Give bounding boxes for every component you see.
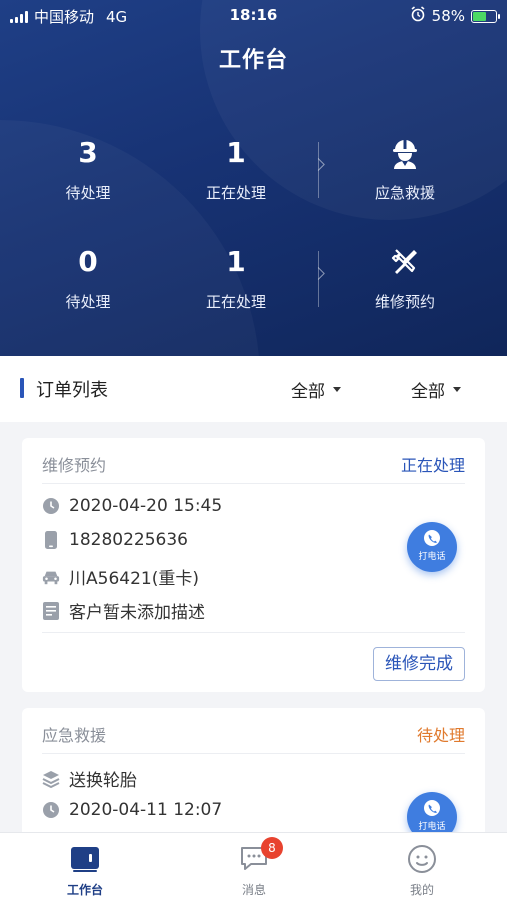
- status-filter-dropdown[interactable]: 全部: [411, 377, 461, 402]
- divider: [42, 483, 465, 484]
- tab-messages[interactable]: 8 消息: [209, 837, 299, 898]
- rescue-worker-icon: [345, 136, 465, 170]
- stats-row-repair: 0 待处理 1 正在处理 维修预约: [0, 245, 507, 335]
- pending-label: 待处理: [65, 293, 111, 311]
- order-phone-row: 18280225636: [42, 530, 188, 550]
- type-filter-label: 全部: [291, 382, 325, 402]
- page-title: 工作台: [218, 48, 288, 73]
- stat-pending[interactable]: 3 待处理: [28, 136, 148, 203]
- stat-processing[interactable]: 1 正在处理: [176, 136, 296, 203]
- status-bar: 中国移动 4G 18:16 58%: [0, 0, 507, 32]
- order-vehicle: 川A56421(重卡): [69, 569, 199, 589]
- processing-count: 1: [226, 136, 246, 169]
- battery-icon: [471, 9, 500, 23]
- order-vehicle-row: 川A56421(重卡): [42, 564, 199, 589]
- order-service: 送换轮胎: [69, 771, 137, 791]
- order-datetime: 2020-04-11 12:07: [69, 800, 223, 820]
- repair-appointment-label: 维修预约: [374, 293, 435, 311]
- tab-profile[interactable]: 我的: [377, 843, 467, 898]
- order-card[interactable]: 维修预约 正在处理 2020-04-20 15:45 18280225636 川…: [22, 438, 485, 692]
- tab-bar: 工作台 8 消息 我的: [0, 832, 507, 900]
- emergency-rescue-label: 应急救援: [374, 184, 435, 202]
- battery-percent: 58%: [431, 7, 465, 25]
- processing-count: 1: [226, 245, 246, 278]
- message-badge: 8: [261, 837, 283, 859]
- section-accent-bar: [20, 378, 24, 398]
- order-list-header: 订单列表 全部 全部: [0, 356, 507, 422]
- order-description-row: 客户暂未添加描述: [42, 598, 205, 623]
- caret-down-icon: [453, 387, 461, 392]
- caret-down-icon: [333, 387, 341, 392]
- tab-workbench[interactable]: 工作台: [40, 843, 130, 898]
- divider: [42, 753, 465, 754]
- stat-processing[interactable]: 1 正在处理: [176, 245, 296, 312]
- document-icon: [42, 601, 60, 620]
- order-description: 客户暂未添加描述: [69, 603, 205, 623]
- profile-icon: [377, 843, 467, 875]
- tab-label: 消息: [241, 883, 266, 897]
- order-list-title: 订单列表: [36, 380, 108, 401]
- order-datetime-row: 2020-04-20 15:45: [42, 496, 222, 516]
- emergency-rescue-button[interactable]: 应急救援: [345, 136, 465, 203]
- workbench-icon: [40, 843, 130, 875]
- order-type: 应急救援: [42, 726, 107, 745]
- stat-pending[interactable]: 0 待处理: [28, 245, 148, 312]
- order-status: 正在处理: [400, 456, 465, 475]
- type-filter-dropdown[interactable]: 全部: [291, 377, 341, 402]
- car-icon: [42, 568, 60, 586]
- tab-label: 我的: [409, 883, 434, 897]
- status-filter-label: 全部: [411, 382, 445, 402]
- pending-label: 待处理: [65, 184, 111, 202]
- order-service-row: 送换轮胎: [42, 766, 137, 791]
- call-button[interactable]: 打电话: [407, 522, 457, 572]
- order-phone: 18280225636: [69, 530, 188, 550]
- stats-row-rescue: 3 待处理 1 正在处理 应急救援: [0, 136, 507, 226]
- clock-icon: [42, 497, 60, 515]
- layers-icon: [42, 770, 60, 788]
- order-type: 维修预约: [42, 456, 107, 475]
- header-panel: 中国移动 4G 18:16 58% 工作台 3 待处理 1 正在处理 应急救援 …: [0, 0, 507, 356]
- processing-label: 正在处理: [205, 293, 266, 311]
- call-label: 打电话: [418, 552, 446, 562]
- tools-icon: [345, 245, 465, 279]
- processing-label: 正在处理: [205, 184, 266, 202]
- order-datetime-row: 2020-04-11 12:07: [42, 800, 222, 820]
- chevron-right-icon: [312, 267, 325, 280]
- repair-complete-button[interactable]: 维修完成: [373, 647, 465, 681]
- divider: [42, 632, 465, 633]
- phone-call-icon: [407, 799, 457, 817]
- phone-call-icon: [407, 529, 457, 547]
- order-card[interactable]: 应急救援 待处理 送换轮胎 2020-04-11 12:07 打电话: [22, 708, 485, 848]
- message-icon: 8: [209, 837, 299, 875]
- pending-count: 3: [78, 136, 98, 169]
- call-label: 打电话: [418, 822, 446, 832]
- alarm-icon: [410, 6, 426, 26]
- repair-appointment-button[interactable]: 维修预约: [345, 245, 465, 312]
- clock-icon: [42, 801, 60, 819]
- order-datetime: 2020-04-20 15:45: [69, 496, 223, 516]
- phone-icon: [42, 531, 60, 549]
- order-status: 待处理: [416, 726, 465, 745]
- tab-label: 工作台: [66, 883, 103, 897]
- chevron-right-icon: [312, 158, 325, 171]
- pending-count: 0: [78, 245, 98, 278]
